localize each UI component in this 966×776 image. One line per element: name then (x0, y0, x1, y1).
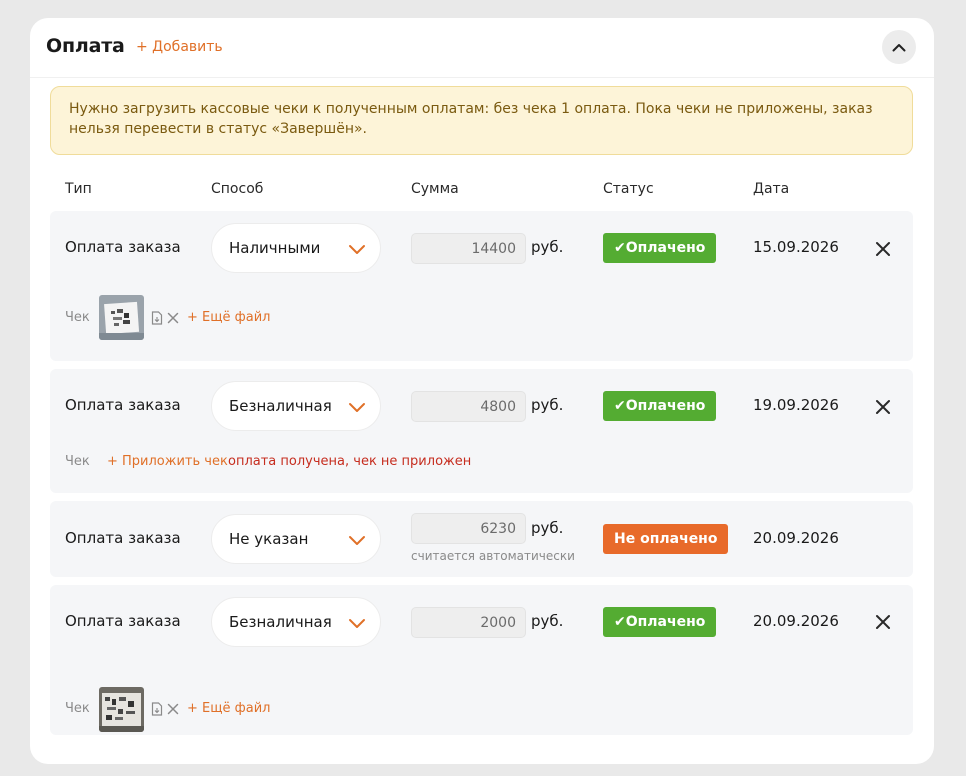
collapse-button[interactable] (882, 30, 916, 64)
amount-input[interactable]: 14400 (411, 233, 526, 264)
card-header: Оплата + Добавить (30, 18, 934, 78)
status-badge: ✔Оплачено (603, 233, 717, 263)
payment-method-select[interactable]: Безналичная (211, 381, 381, 431)
receipt-label: Чек (65, 310, 90, 325)
payment-type: Оплата заказа (65, 396, 181, 414)
status-badge: ✔Оплачено (603, 391, 717, 421)
payment-method-value: Безналичная (229, 397, 332, 415)
payment-date: 19.09.2026 (753, 396, 839, 414)
payment-method-value: Наличными (229, 239, 321, 257)
amount-input[interactable]: 4800 (411, 391, 526, 422)
chevron-down-icon (349, 245, 365, 254)
payment-method-select[interactable]: Наличными (211, 223, 381, 273)
currency-label: руб. (531, 612, 564, 630)
amount-auto-note: считается автоматически (411, 549, 575, 563)
receipt-thumbnail[interactable] (99, 687, 144, 732)
add-more-file-link[interactable]: + Ещё файл (187, 310, 270, 325)
remove-file-icon[interactable] (167, 312, 179, 324)
currency-label: руб. (531, 519, 564, 537)
chevron-down-icon (349, 536, 365, 545)
payment-row: Оплата заказа Наличными 14400 руб. ✔Опла… (50, 211, 913, 361)
column-header-status: Статус (603, 181, 654, 197)
payment-row: Оплата заказа Не указан 6230 руб. считае… (50, 501, 913, 577)
payment-type: Оплата заказа (65, 529, 181, 547)
status-badge: Не оплачено (603, 524, 729, 554)
column-header-date: Дата (753, 181, 790, 197)
column-header-type: Тип (65, 181, 92, 197)
section-title: Оплата (46, 35, 125, 57)
delete-payment-icon[interactable] (874, 613, 892, 631)
add-payment-button[interactable]: + Добавить (136, 39, 223, 55)
column-header-method: Способ (211, 181, 264, 197)
receipt-label: Чек (65, 701, 90, 716)
payment-row: Оплата заказа Безналичная 4800 руб. ✔Опл… (50, 369, 913, 493)
payment-type: Оплата заказа (65, 612, 181, 630)
receipt-thumbnail[interactable] (99, 295, 144, 340)
chevron-down-icon (349, 403, 365, 412)
payment-date: 15.09.2026 (753, 238, 839, 256)
payment-type: Оплата заказа (65, 238, 181, 256)
receipt-label: Чек (65, 454, 90, 469)
payment-method-value: Безналичная (229, 613, 332, 631)
amount-input[interactable]: 2000 (411, 607, 526, 638)
remove-file-icon[interactable] (167, 703, 179, 715)
currency-label: руб. (531, 396, 564, 414)
amount-input[interactable]: 6230 (411, 513, 526, 544)
receipt-missing-warning: оплата получена, чек не приложен (228, 454, 472, 469)
currency-label: руб. (531, 238, 564, 256)
payment-date: 20.09.2026 (753, 529, 839, 547)
delete-payment-icon[interactable] (874, 240, 892, 258)
add-more-file-link[interactable]: + Ещё файл (187, 701, 270, 716)
receipt-warning-alert: Нужно загрузить кассовые чеки к полученн… (50, 86, 913, 155)
payment-method-value: Не указан (229, 530, 309, 548)
status-badge: ✔Оплачено (603, 607, 717, 637)
chevron-down-icon (349, 619, 365, 628)
payment-row: Оплата заказа Безналичная 2000 руб. ✔Опл… (50, 585, 913, 735)
download-file-icon[interactable] (151, 311, 163, 325)
column-header-amount: Сумма (411, 181, 459, 197)
attach-receipt-link[interactable]: + Приложить чек (107, 454, 228, 469)
payments-card: Оплата + Добавить Нужно загрузить кассов… (30, 18, 934, 764)
download-file-icon[interactable] (151, 702, 163, 716)
chevron-up-icon (892, 43, 906, 51)
payment-method-select[interactable]: Безналичная (211, 597, 381, 647)
delete-payment-icon[interactable] (874, 398, 892, 416)
payment-method-select[interactable]: Не указан (211, 514, 381, 564)
payment-date: 20.09.2026 (753, 612, 839, 630)
